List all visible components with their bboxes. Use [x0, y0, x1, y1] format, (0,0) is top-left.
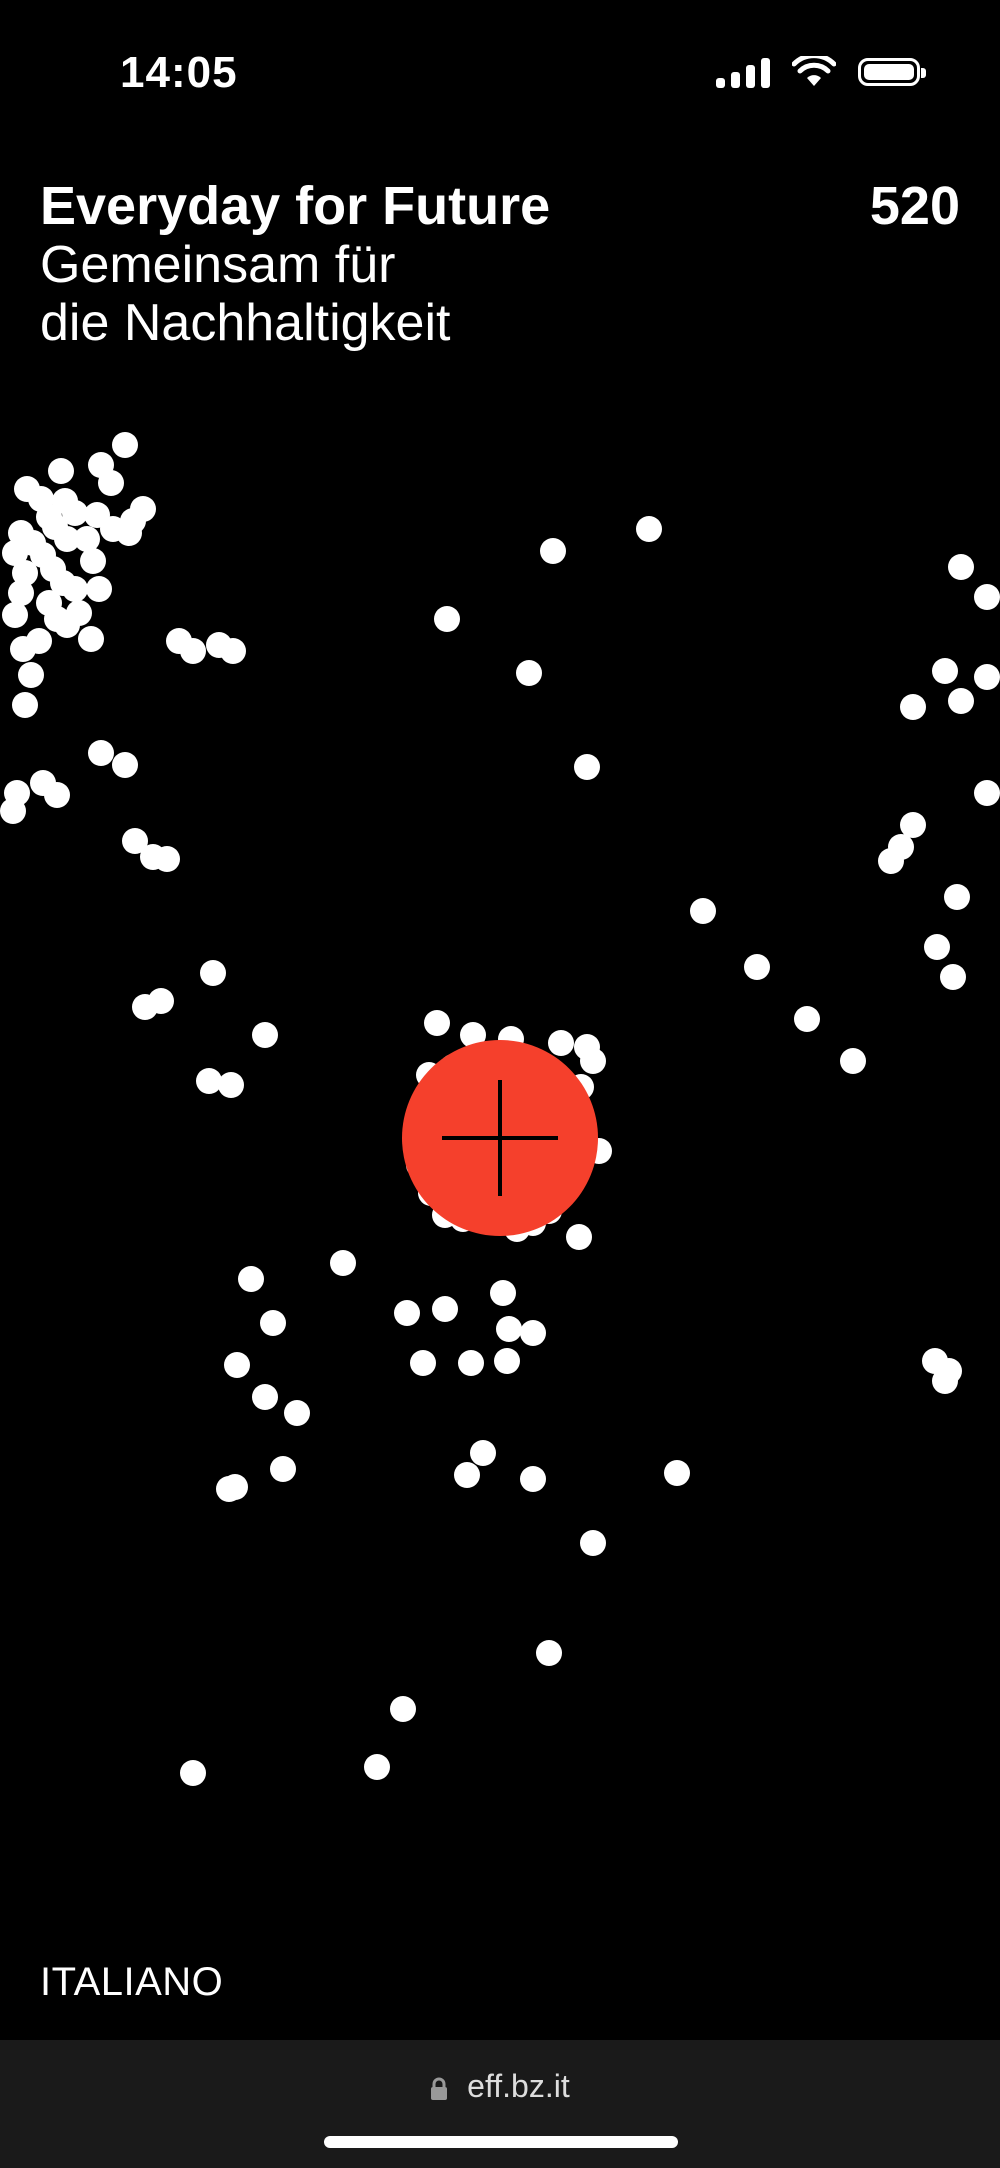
participant-dot	[516, 660, 542, 686]
participant-dot	[154, 846, 180, 872]
participant-dot	[664, 1460, 690, 1486]
participant-dot	[220, 638, 246, 664]
participant-dot	[794, 1006, 820, 1032]
participant-dot	[520, 1320, 546, 1346]
participant-dot	[458, 1350, 484, 1376]
browser-bar: eff.bz.it	[0, 2040, 1000, 2168]
signal-icon	[716, 56, 770, 88]
add-button[interactable]	[402, 1040, 598, 1236]
participant-dot	[948, 688, 974, 714]
header: Everyday for Future Gemeinsam für die Na…	[40, 176, 960, 352]
participant-dot	[132, 994, 158, 1020]
app-subtitle-line-2: die Nachhaltigkeit	[40, 294, 451, 352]
url-text: eff.bz.it	[467, 2068, 570, 2104]
participant-dot	[932, 658, 958, 684]
participant-dot	[218, 1072, 244, 1098]
participant-dot	[548, 1030, 574, 1056]
participant-dot	[12, 692, 38, 718]
participant-dot	[200, 960, 226, 986]
participant-dot	[222, 1474, 248, 1500]
participant-dot	[410, 1350, 436, 1376]
participant-dot	[580, 1048, 606, 1074]
participant-dot	[878, 848, 904, 874]
participant-dot	[98, 470, 124, 496]
participant-dot	[454, 1462, 480, 1488]
participant-dot	[364, 1754, 390, 1780]
participant-dot	[540, 538, 566, 564]
status-bar: 14:05	[0, 0, 1000, 150]
participant-dot	[494, 1348, 520, 1374]
battery-icon	[858, 58, 926, 86]
participant-dot	[520, 1466, 546, 1492]
participant-dot	[0, 798, 26, 824]
participant-dot	[252, 1384, 278, 1410]
participant-dot	[116, 520, 142, 546]
participant-dot	[180, 638, 206, 664]
url-bar[interactable]: eff.bz.it	[0, 2068, 1000, 2105]
participant-dot	[112, 752, 138, 778]
participant-dot	[840, 1048, 866, 1074]
participant-dot	[224, 1352, 250, 1378]
participant-dot	[44, 782, 70, 808]
wifi-icon	[792, 56, 836, 86]
lock-icon	[431, 2077, 448, 2100]
participant-dot	[112, 432, 138, 458]
participant-dot	[566, 1224, 592, 1250]
participant-dot	[394, 1300, 420, 1326]
status-time: 14:05	[120, 48, 238, 97]
participant-dot	[424, 1010, 450, 1036]
participant-dot	[54, 612, 80, 638]
participant-dot	[48, 458, 74, 484]
participant-dot	[924, 934, 950, 960]
participant-counter: 520	[869, 176, 960, 236]
app-subtitle-line-1: Gemeinsam für	[40, 236, 396, 294]
participant-dot	[936, 1358, 962, 1384]
participant-dot	[434, 606, 460, 632]
participant-dot	[496, 1316, 522, 1342]
participant-dot	[974, 780, 1000, 806]
participant-dot	[944, 884, 970, 910]
participant-dot	[940, 964, 966, 990]
participant-dot	[88, 740, 114, 766]
participant-dot	[284, 1400, 310, 1426]
participant-dot	[636, 516, 662, 542]
participant-dot	[2, 602, 28, 628]
participant-dot	[80, 548, 106, 574]
participant-dot	[432, 1296, 458, 1322]
participant-dot	[490, 1280, 516, 1306]
participant-dot	[252, 1022, 278, 1048]
participant-dot	[62, 576, 88, 602]
participant-dot	[390, 1696, 416, 1722]
participant-dot	[536, 1640, 562, 1666]
participant-dot	[86, 576, 112, 602]
participant-dot	[78, 626, 104, 652]
participant-dot	[900, 694, 926, 720]
participant-dot	[690, 898, 716, 924]
participant-dot	[270, 1456, 296, 1482]
participant-dot	[260, 1310, 286, 1336]
participant-dot	[238, 1266, 264, 1292]
participant-dot	[18, 662, 44, 688]
participant-dot	[580, 1530, 606, 1556]
plus-icon	[442, 1080, 558, 1196]
participant-dot	[330, 1250, 356, 1276]
participant-dot	[974, 664, 1000, 690]
participant-dot	[180, 1760, 206, 1786]
home-indicator	[324, 2136, 678, 2148]
participant-dot	[10, 636, 36, 662]
participant-dot	[574, 754, 600, 780]
participant-dot	[974, 584, 1000, 610]
status-icons	[716, 56, 926, 88]
language-switch-link[interactable]: ITALIANO	[40, 1960, 223, 2005]
participant-dot	[744, 954, 770, 980]
app-title: Everyday for Future	[40, 176, 551, 236]
participant-dot	[470, 1440, 496, 1466]
participant-dot	[948, 554, 974, 580]
